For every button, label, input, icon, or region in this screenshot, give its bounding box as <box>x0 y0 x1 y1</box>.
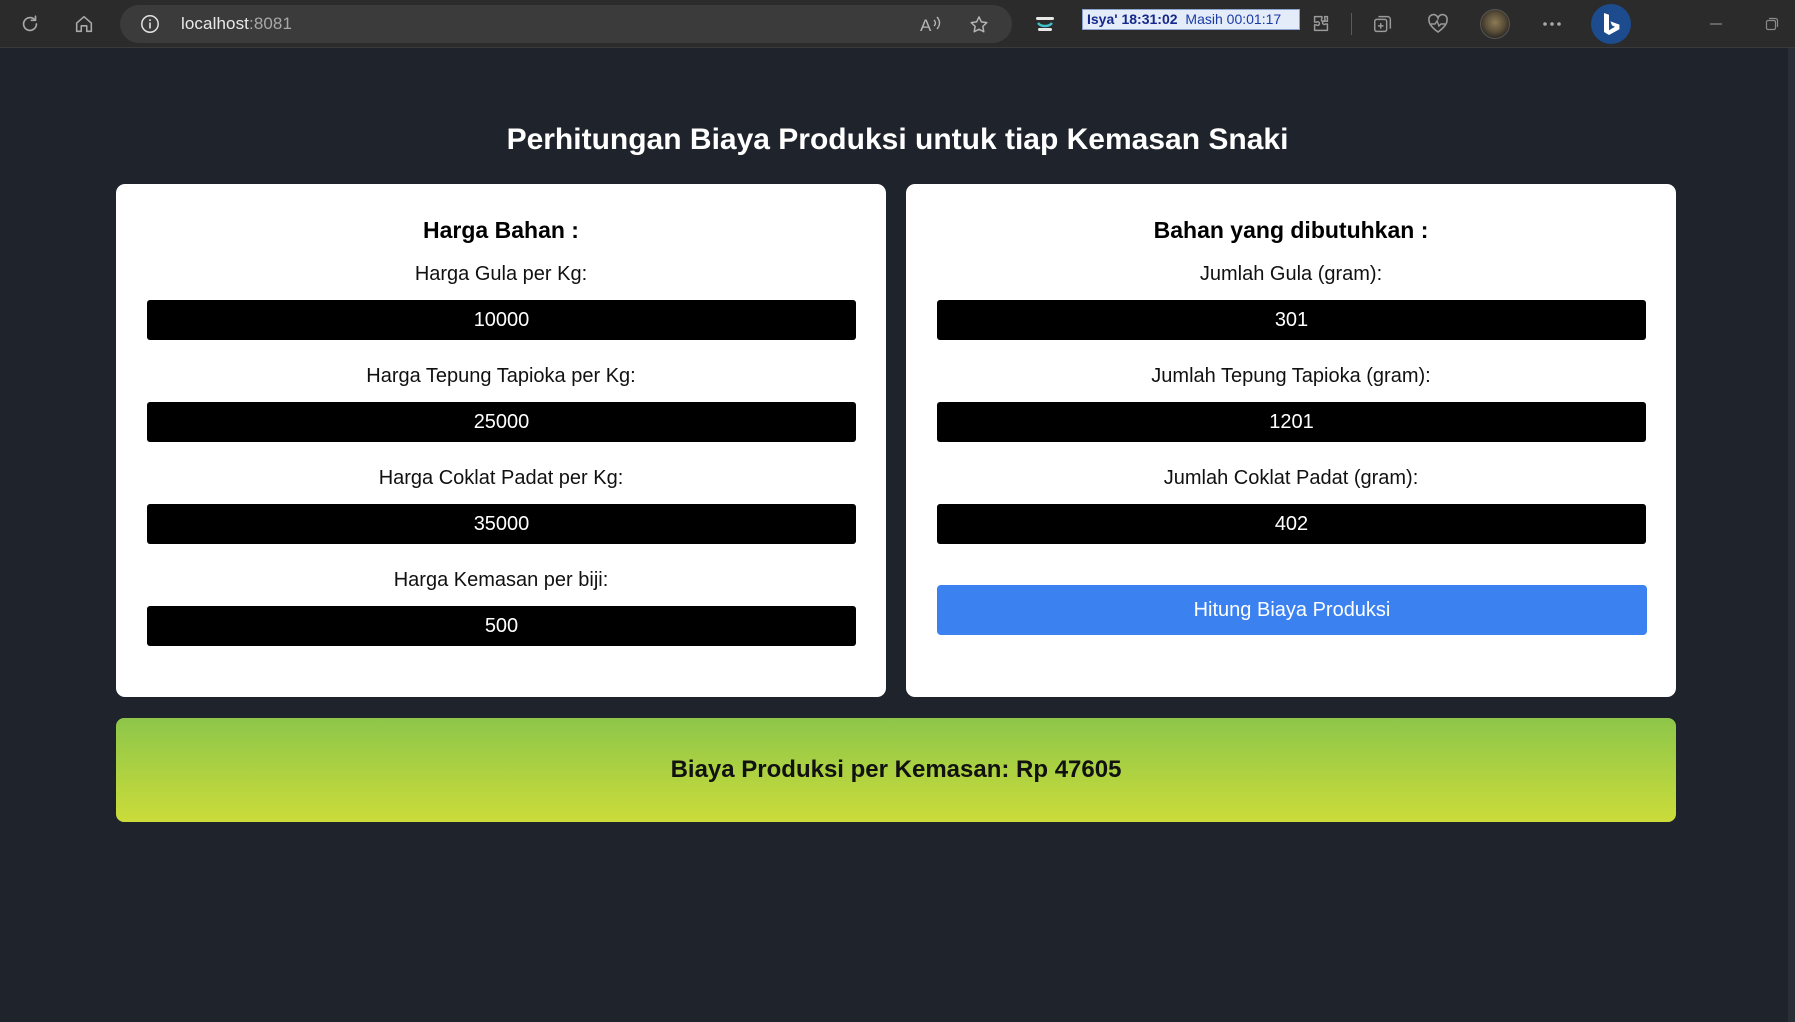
jumlah-gula-input[interactable] <box>937 300 1646 340</box>
favorite-star-icon[interactable] <box>966 12 992 38</box>
read-aloud-icon[interactable]: A <box>918 12 944 38</box>
harga-gula-input[interactable] <box>147 300 856 340</box>
prayer-time-widget[interactable]: Isya' 18:31:02 Masih 00:01:17 <box>1082 9 1300 30</box>
harga-bahan-heading: Harga Bahan : <box>423 217 579 243</box>
browser-toolbar: localhost:8081 A Isya' 18:31:02 Masih 00… <box>0 0 1795 48</box>
bahan-dibutuhkan-card: Bahan yang dibutuhkan : Jumlah Gula (gra… <box>906 184 1676 697</box>
harga-bahan-card: Harga Bahan : Harga Gula per Kg: Harga T… <box>116 184 886 697</box>
svg-text:A: A <box>920 16 932 35</box>
info-icon[interactable] <box>140 14 160 34</box>
jumlah-coklat-padat-label: Jumlah Coklat Padat (gram): <box>1163 467 1419 489</box>
result-panel: Biaya Produksi per Kemasan: Rp 47605 <box>116 718 1676 822</box>
harga-tepung-tapioka-input[interactable] <box>147 402 856 442</box>
restore-icon[interactable] <box>1760 12 1784 36</box>
harga-coklat-padat-input[interactable] <box>147 504 856 544</box>
harga-coklat-padat-label: Harga Coklat Padat per Kg: <box>378 467 624 489</box>
bahan-dibutuhkan-heading: Bahan yang dibutuhkan : <box>1153 217 1429 243</box>
result-text: Biaya Produksi per Kemasan: Rp 47605 <box>670 756 1122 783</box>
scrollbar[interactable] <box>1788 48 1795 1022</box>
remaining-time: 00:01:17 <box>1226 11 1282 27</box>
address-bar[interactable]: localhost:8081 A <box>120 5 1012 43</box>
prayer-name: Isya' <box>1087 11 1118 27</box>
address-url[interactable]: localhost:8081 <box>181 14 292 34</box>
remaining-label: Masih <box>1185 11 1223 27</box>
hitung-biaya-button[interactable]: Hitung Biaya Produksi <box>937 585 1647 635</box>
bing-icon[interactable] <box>1591 4 1631 44</box>
toolbar-divider <box>1351 13 1352 35</box>
refresh-icon[interactable] <box>15 9 45 39</box>
harga-tepung-tapioka-label: Harga Tepung Tapioka per Kg: <box>366 365 636 387</box>
harga-gula-label: Harga Gula per Kg: <box>414 263 588 285</box>
jumlah-gula-label: Jumlah Gula (gram): <box>1199 263 1383 285</box>
avatar[interactable] <box>1480 9 1510 39</box>
url-port: :8081 <box>249 14 293 33</box>
collections-icon[interactable] <box>1368 9 1398 39</box>
page-title: Perhitungan Biaya Produksi untuk tiap Ke… <box>506 123 1289 156</box>
jumlah-tepung-tapioka-input[interactable] <box>937 402 1646 442</box>
more-icon[interactable] <box>1537 9 1567 39</box>
jumlah-tepung-tapioka-label: Jumlah Tepung Tapioka (gram): <box>1151 365 1431 387</box>
jumlah-coklat-padat-input[interactable] <box>937 504 1646 544</box>
home-icon[interactable] <box>69 9 99 39</box>
puzzle-icon[interactable] <box>1306 9 1336 39</box>
heart-pulse-icon[interactable] <box>1423 9 1453 39</box>
harga-kemasan-label: Harga Kemasan per biji: <box>393 569 609 591</box>
harga-kemasan-input[interactable] <box>147 606 856 646</box>
url-host: localhost <box>181 14 249 33</box>
extension-icon[interactable] <box>1030 9 1060 39</box>
minimize-icon[interactable] <box>1704 12 1728 36</box>
prayer-time: 18:31:02 <box>1121 11 1178 27</box>
